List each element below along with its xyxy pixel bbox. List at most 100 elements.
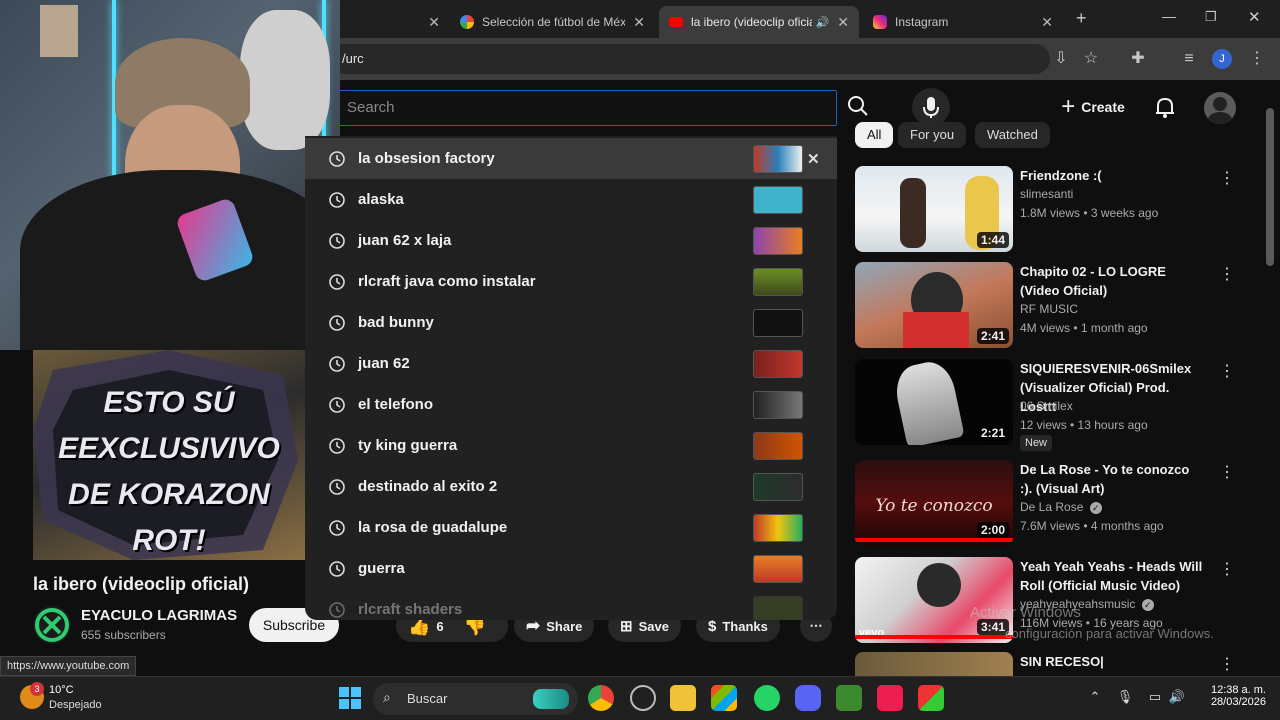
chip-for-you[interactable]: For you: [898, 122, 967, 148]
suggestion-item[interactable]: ty king guerra: [305, 425, 837, 466]
close-tab-icon[interactable]: ✕: [1041, 14, 1053, 31]
minimize-icon[interactable]: —: [1162, 8, 1176, 24]
rec-channel[interactable]: slimesanti: [1020, 187, 1073, 201]
create-button[interactable]: + Create: [1052, 88, 1134, 126]
history-icon: [329, 150, 345, 167]
rec-channel[interactable]: 06 Smilex: [1020, 399, 1073, 413]
rec-channel[interactable]: RF MUSIC: [1020, 302, 1078, 316]
discord-icon[interactable]: [795, 685, 821, 711]
suggestion-thumbnail: [753, 309, 803, 337]
tiktok-icon[interactable]: [877, 685, 903, 711]
recommendation-item[interactable]: Yo te conozco 2:00 De La Rose - Yo te co…: [855, 460, 1255, 550]
tab-2[interactable]: Selección de fútbol de Méx ✕: [450, 6, 655, 38]
voice-search-button[interactable]: [912, 88, 950, 126]
media-control-icon[interactable]: ≡: [1178, 48, 1200, 70]
more-vertical-icon[interactable]: ⋮: [1219, 168, 1235, 188]
chip-watched[interactable]: Watched: [975, 122, 1050, 148]
extensions-icon[interactable]: ✚: [1127, 48, 1149, 70]
windows-start-icon[interactable]: [337, 685, 363, 711]
speaker-icon[interactable]: 🔊: [816, 16, 830, 29]
install-icon[interactable]: ⇩: [1050, 48, 1072, 70]
file-explorer-icon[interactable]: [670, 685, 696, 711]
new-tab-button[interactable]: +: [1076, 8, 1087, 29]
suggestion-item[interactable]: juan 62: [305, 343, 837, 384]
close-tab-icon[interactable]: ✕: [428, 14, 440, 31]
remove-suggestion-icon[interactable]: ✕: [807, 150, 820, 168]
rec-thumbnail[interactable]: vevo 3:41: [855, 557, 1013, 643]
rec-meta: 4M views • 1 month ago: [1020, 321, 1148, 335]
minecraft-icon[interactable]: [836, 685, 862, 711]
weather-temperature[interactable]: 10°C: [49, 684, 74, 696]
more-vertical-icon[interactable]: ⋮: [1219, 654, 1235, 674]
suggestion-item[interactable]: bad bunny: [305, 302, 837, 343]
recommendation-item[interactable]: SIN RECESO| CORTOMETRAJE ⋮: [855, 652, 1255, 676]
more-vertical-icon[interactable]: ⋮: [1219, 462, 1235, 482]
recommendation-item[interactable]: 2:21 SIQUIERESVENIR-06Smilex (Visualizer…: [855, 359, 1255, 451]
close-tab-icon[interactable]: ✕: [837, 14, 849, 31]
subscriber-count: 655 subscribers: [81, 628, 166, 642]
chrome-icon[interactable]: [588, 685, 614, 711]
microsoft-store-icon[interactable]: [711, 685, 737, 711]
search-input[interactable]: Search: [330, 90, 837, 126]
tab-4[interactable]: Instagram ✕: [863, 6, 1063, 38]
rec-channel[interactable]: De La Rose ✓: [1020, 500, 1102, 514]
rec-thumbnail[interactable]: 2:41: [855, 262, 1013, 348]
rec-thumbnail[interactable]: Yo te conozco 2:00: [855, 460, 1013, 546]
tab-3-active[interactable]: la ibero (videoclip oficial 🔊 ✕: [659, 6, 859, 38]
search-suggestions-dropdown: la obsesion factory ✕ alaska juan 62 x l…: [305, 136, 837, 620]
recommendation-item[interactable]: 1:44 Friendzone :( slimesanti 1.8M views…: [855, 166, 1255, 256]
more-vertical-icon[interactable]: ⋮: [1219, 361, 1235, 381]
suggestion-item[interactable]: la rosa de guadalupe: [305, 507, 837, 548]
video-player[interactable]: ESTO SÚ EEXCLUSIVIVO DE KORAZON ROT!: [33, 350, 305, 560]
more-vertical-icon[interactable]: ⋮: [1219, 264, 1235, 284]
bookmark-star-icon[interactable]: ☆: [1080, 48, 1102, 70]
suggestion-item[interactable]: destinado al exito 2: [305, 466, 837, 507]
url-input[interactable]: /urc: [330, 44, 1050, 74]
chip-all[interactable]: All: [855, 122, 894, 148]
suggestion-thumbnail: [753, 596, 803, 620]
history-icon: [329, 355, 345, 372]
suggestion-item[interactable]: alaska: [305, 179, 837, 220]
app-icon[interactable]: [918, 685, 944, 711]
suggestion-item[interactable]: la obsesion factory ✕: [305, 138, 837, 179]
taskbar-search[interactable]: ⌕ Buscar: [373, 683, 578, 715]
channel-avatar[interactable]: [33, 606, 71, 644]
search-button[interactable]: [846, 94, 886, 124]
system-clock[interactable]: 12:38 a. m. 28/03/2026: [1196, 684, 1266, 708]
suggestion-item[interactable]: rlcraft shaders: [305, 589, 837, 620]
suggestion-item[interactable]: rlcraft java como instalar: [305, 261, 837, 302]
watch-progress-bar: [855, 635, 1013, 639]
history-icon: [329, 273, 345, 290]
rec-thumbnail[interactable]: 2:21: [855, 359, 1013, 445]
weather-condition[interactable]: Despejado: [49, 699, 102, 711]
notifications-button[interactable]: [1152, 94, 1178, 120]
restore-icon[interactable]: ❐: [1205, 9, 1217, 25]
profile-icon[interactable]: J: [1212, 49, 1232, 69]
network-icon[interactable]: ▭: [1146, 689, 1164, 707]
avatar[interactable]: [1204, 92, 1236, 124]
rec-title: Chapito 02 - LO LOGRE (Video Oficial): [1020, 264, 1166, 298]
settings-gear-icon[interactable]: [630, 685, 656, 711]
channel-name[interactable]: EYACULO LAGRIMAS: [81, 607, 237, 624]
close-tab-icon[interactable]: ✕: [633, 14, 645, 31]
recommendation-item[interactable]: 2:41 Chapito 02 - LO LOGRE (Video Oficia…: [855, 262, 1255, 352]
thumbnail-script-text: Yo te conozco: [875, 496, 993, 516]
rec-thumbnail[interactable]: [855, 652, 1013, 676]
rec-meta: 7.6M views • 4 months ago: [1020, 519, 1164, 533]
suggestion-item[interactable]: guerra: [305, 548, 837, 589]
close-window-icon[interactable]: ✕: [1248, 8, 1261, 26]
suggestion-item[interactable]: juan 62 x laja: [305, 220, 837, 261]
more-vertical-icon[interactable]: ⋮: [1219, 559, 1235, 579]
tray-chevron-up-icon[interactable]: ⌃: [1086, 689, 1104, 707]
scrollbar-thumb[interactable]: [1266, 108, 1274, 266]
rec-meta: 1.8M views • 3 weeks ago: [1020, 206, 1159, 220]
rec-thumbnail[interactable]: 1:44: [855, 166, 1013, 252]
channel-logo-icon: [35, 608, 69, 642]
suggestion-item[interactable]: el telefono: [305, 384, 837, 425]
volume-icon[interactable]: 🔊: [1168, 689, 1186, 707]
whatsapp-icon[interactable]: [754, 685, 780, 711]
tab-1[interactable]: ✕: [340, 6, 450, 38]
menu-kebab-icon[interactable]: ⋮: [1246, 48, 1268, 70]
tray-microphone-icon[interactable]: 🎙: [1116, 689, 1134, 707]
suggestion-thumbnail: [753, 186, 803, 214]
